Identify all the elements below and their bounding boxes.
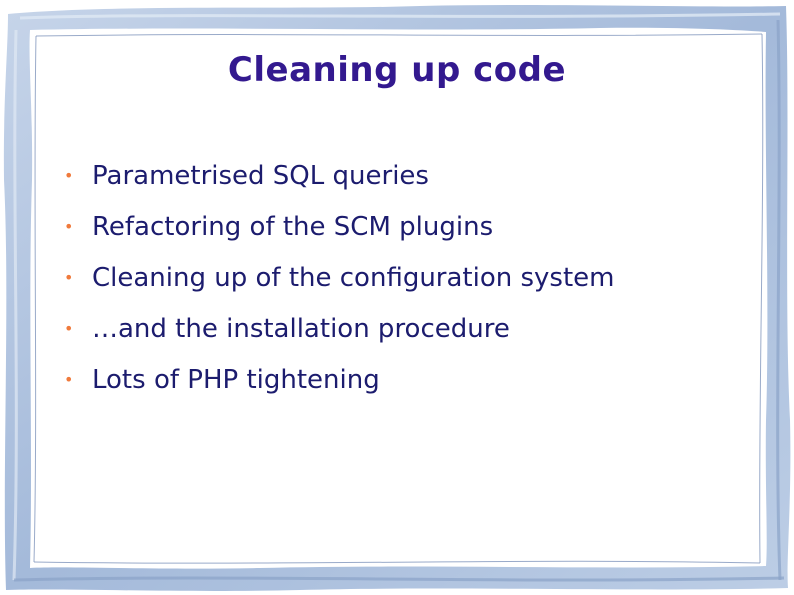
bullet-dot-icon: • bbox=[64, 268, 74, 287]
list-item: • Refactoring of the SCM plugins bbox=[64, 203, 615, 254]
bullet-text: Lots of PHP tightening bbox=[92, 365, 380, 395]
bullet-text: Parametrised SQL queries bbox=[92, 161, 429, 191]
bullet-dot-icon: • bbox=[64, 217, 74, 236]
list-item: • …and the installation procedure bbox=[64, 305, 615, 356]
frame-inner-line-bottom bbox=[33, 560, 761, 564]
frame-inner-line-left bbox=[33, 35, 37, 563]
bullet-list: • Parametrised SQL queries • Refactoring… bbox=[64, 152, 615, 407]
list-item: • Parametrised SQL queries bbox=[64, 152, 615, 203]
bullet-text: Cleaning up of the configuration system bbox=[92, 263, 615, 293]
slide-title: Cleaning up code bbox=[227, 50, 567, 90]
frame-inner-line-right bbox=[759, 33, 764, 564]
frame-left-streak bbox=[12, 29, 18, 581]
bullet-dot-icon: • bbox=[64, 166, 74, 185]
bullet-text: …and the installation procedure bbox=[92, 314, 510, 344]
bullet-dot-icon: • bbox=[64, 319, 74, 338]
frame-inner-line-top bbox=[35, 33, 763, 37]
bullet-text: Refactoring of the SCM plugins bbox=[92, 212, 494, 242]
list-item: • Lots of PHP tightening bbox=[64, 356, 615, 407]
frame-right-streak bbox=[776, 19, 782, 581]
slide: Cleaning up code • Parametrised SQL quer… bbox=[0, 0, 794, 595]
bullet-dot-icon: • bbox=[64, 370, 74, 389]
frame-bottom-streak bbox=[13, 576, 785, 582]
list-item: • Cleaning up of the configuration syste… bbox=[64, 254, 615, 305]
